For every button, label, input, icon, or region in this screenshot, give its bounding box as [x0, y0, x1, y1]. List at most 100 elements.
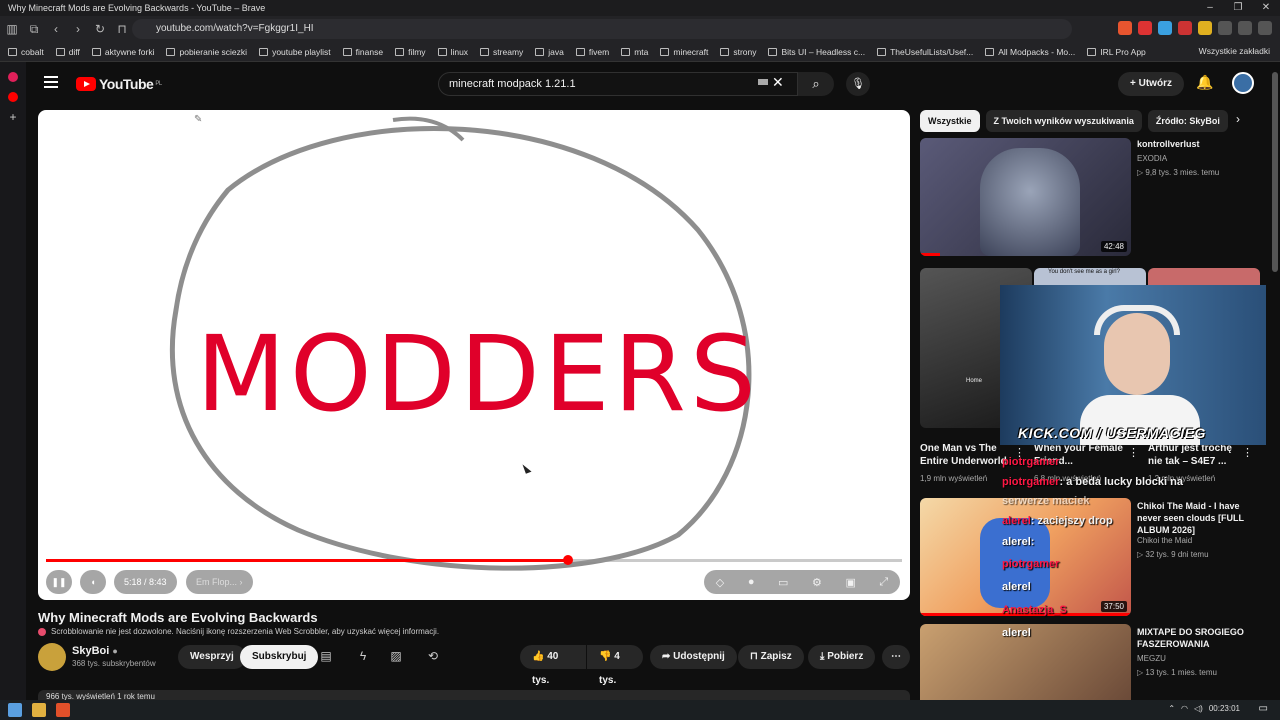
document-icon[interactable]: ▤: [318, 649, 334, 665]
clear-search-icon[interactable]: ✕: [772, 74, 784, 91]
address-bar[interactable]: youtube.com/watch?v=Fgkggr1I_HI: [132, 19, 1072, 39]
close-icon[interactable]: ✕: [1252, 0, 1280, 16]
chevron-right-icon[interactable]: ›: [1236, 112, 1240, 126]
clock[interactable]: 00:23:01: [1209, 704, 1240, 713]
voice-search-button[interactable]: 🎙: [846, 72, 870, 96]
youtube-logo[interactable]: YouTube PL: [76, 76, 162, 92]
create-button[interactable]: + Utwórz: [1118, 72, 1184, 96]
sponsor-icon[interactable]: ◇: [716, 576, 724, 589]
search-button[interactable]: ⌕: [798, 72, 834, 96]
menu-icon[interactable]: [1258, 21, 1272, 35]
channel-name[interactable]: SkyBoi ●: [72, 645, 118, 657]
bookmark-item[interactable]: finanse: [342, 47, 383, 57]
bookmark-item[interactable]: IRL Pro App: [1087, 47, 1146, 57]
sidebar-add-icon[interactable]: +: [8, 111, 18, 123]
page-scrollbar[interactable]: [1270, 62, 1280, 700]
account-avatar[interactable]: [1232, 72, 1254, 94]
speaker-icon[interactable]: ◁): [1194, 704, 1203, 713]
wifi-icon[interactable]: ◠: [1181, 704, 1188, 713]
bookmark-item[interactable]: cobalt: [8, 47, 44, 57]
subtitles-icon[interactable]: ▭: [778, 576, 788, 589]
bookmark-item[interactable]: java: [535, 47, 564, 57]
puzzle-icon[interactable]: [1218, 21, 1232, 35]
bookmark-item[interactable]: pobieranie sciezki: [166, 47, 247, 57]
volume-button[interactable]: ◖: [80, 570, 106, 594]
brave-taskbar-icon[interactable]: [56, 703, 70, 717]
back-icon[interactable]: ‹: [46, 22, 66, 36]
reload-icon[interactable]: ↻: [90, 22, 110, 36]
bookmark-icon[interactable]: ⊓: [112, 22, 132, 36]
more-vert-icon[interactable]: ⋮: [1128, 446, 1139, 459]
search-input[interactable]: minecraft modpack 1.21.1: [438, 72, 798, 96]
bookmark-item[interactable]: fivem: [575, 47, 609, 57]
extension-icon[interactable]: [1198, 21, 1212, 35]
pause-button[interactable]: ❚❚: [46, 570, 72, 594]
notifications-bell-icon[interactable]: 🔔: [1196, 74, 1213, 91]
microphone-icon: 🎙: [851, 78, 865, 90]
bookmark-item[interactable]: TheUsefulLists/Usef...: [877, 47, 973, 57]
sidebar-app-icon[interactable]: [8, 72, 18, 82]
subscribe-button[interactable]: Subskrybuj: [240, 645, 319, 669]
chapter-button[interactable]: Em Flop... ›: [186, 570, 253, 594]
save-icon: ⊓: [750, 651, 758, 662]
video-thumbnail[interactable]: 42:48: [920, 138, 1131, 256]
download-button[interactable]: ⤓ Pobierz: [808, 645, 876, 669]
bookmark-item[interactable]: All Modpacks - Mo...: [985, 47, 1075, 57]
download-icon[interactable]: [1238, 21, 1252, 35]
more-vert-icon[interactable]: ⋮: [1242, 446, 1253, 459]
repeat-icon[interactable]: ⟲: [425, 649, 441, 665]
time-text: 5:18 / 8:43: [124, 577, 167, 587]
bookmark-item[interactable]: diff: [55, 47, 80, 57]
sidebar-youtube-icon[interactable]: [8, 92, 18, 102]
extension-icon[interactable]: [1178, 21, 1192, 35]
file-explorer-icon[interactable]: [32, 703, 46, 717]
bookmark-item[interactable]: linux: [437, 47, 468, 57]
channel-avatar[interactable]: [38, 643, 66, 671]
bookmark-item[interactable]: mta: [621, 47, 648, 57]
chip-from-search[interactable]: Z Twoich wyników wyszukiwania: [985, 110, 1142, 132]
recommended-video[interactable]: 42:48 kontrollverlust EXODIA ▷ 9,8 tys. …: [920, 138, 1270, 258]
tabs-icon[interactable]: ⧉: [24, 22, 44, 37]
folder-icon: [259, 47, 269, 56]
bookmark-item[interactable]: youtube playlist: [259, 47, 331, 57]
support-button[interactable]: Wesprzyj: [178, 645, 246, 669]
bookmark-item[interactable]: streamy: [480, 47, 523, 57]
restore-icon[interactable]: ❐: [1224, 0, 1252, 16]
like-button[interactable]: 👍 40 tys.: [520, 645, 586, 686]
image-icon[interactable]: ▨: [388, 649, 404, 665]
more-button[interactable]: ⋯: [882, 645, 910, 669]
chip-all[interactable]: Wszystkie: [920, 110, 980, 132]
bookmark-item[interactable]: Bits UI – Headless c...: [768, 47, 865, 57]
scrollbar-thumb[interactable]: [1272, 72, 1278, 272]
share-button[interactable]: ➦ Udostępnij: [650, 645, 737, 669]
video-player[interactable]: MODDERS ✎ ❚❚ ◖ 5:18 / 8:43 Em Flop... › …: [38, 110, 910, 600]
miniplayer-icon[interactable]: ▣: [845, 576, 855, 589]
extension-icon[interactable]: [1138, 21, 1152, 35]
autoplay-toggle[interactable]: ●: [748, 576, 755, 588]
save-button[interactable]: ⊓ Zapisz: [738, 645, 804, 669]
settings-gear-icon[interactable]: ⚙: [812, 576, 822, 589]
forward-icon[interactable]: ›: [68, 22, 88, 36]
brave-shield-icon[interactable]: [1118, 21, 1132, 35]
extension-icon[interactable]: [1158, 21, 1172, 35]
bookmark-item[interactable]: strony: [720, 47, 756, 57]
keyboard-icon[interactable]: [758, 79, 768, 85]
chip-from-channel[interactable]: Źródło: SkyBoi: [1147, 110, 1228, 132]
recommended-video[interactable]: MIXTAPE DO SROGIEGO FASZEROWANIA MEGZU ▷…: [920, 624, 1270, 700]
start-icon[interactable]: [8, 703, 22, 717]
sidebar-toggle-icon[interactable]: ▥: [2, 22, 22, 36]
tray-chevron-icon[interactable]: ⌃: [1168, 704, 1175, 713]
notifications-icon[interactable]: ▭: [1259, 703, 1268, 714]
bookmark-label: aktywne forki: [104, 46, 155, 57]
dislike-button[interactable]: 👎 4 tys.: [587, 645, 643, 686]
progress-bar[interactable]: [46, 555, 902, 565]
bookmark-item[interactable]: minecraft: [660, 47, 708, 57]
folder-icon: [621, 47, 631, 56]
fullscreen-icon[interactable]: ⤢: [879, 576, 888, 589]
minimize-icon[interactable]: –: [1196, 0, 1224, 16]
all-bookmarks-button[interactable]: Wszystkie zakładki: [1199, 46, 1270, 56]
bookmark-item[interactable]: aktywne forki: [91, 46, 155, 57]
bookmark-item[interactable]: filmy: [395, 47, 426, 57]
lightning-icon[interactable]: ϟ: [355, 649, 371, 665]
menu-hamburger-icon[interactable]: [44, 76, 58, 88]
